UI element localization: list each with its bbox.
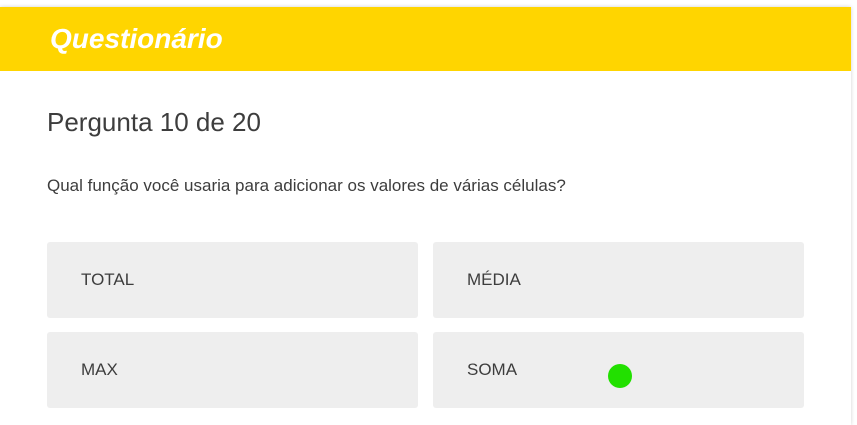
quiz-header-bar: Questionário	[0, 7, 851, 71]
question-text: Qual função você usaria para adicionar o…	[47, 176, 566, 195]
question-counter: Pergunta 10 de 20	[47, 107, 261, 137]
answer-option-label: MAX	[81, 360, 118, 379]
pointer-marker	[608, 364, 632, 388]
quiz-header-title: Questionário	[50, 23, 223, 54]
answer-option-total[interactable]: TOTAL	[47, 242, 418, 318]
answer-option-media[interactable]: MÉDIA	[433, 242, 804, 318]
answer-option-label: SOMA	[467, 360, 518, 379]
answer-option-label: TOTAL	[81, 270, 135, 289]
answer-option-max[interactable]: MAX	[47, 332, 418, 408]
answer-option-label: MÉDIA	[467, 270, 521, 289]
